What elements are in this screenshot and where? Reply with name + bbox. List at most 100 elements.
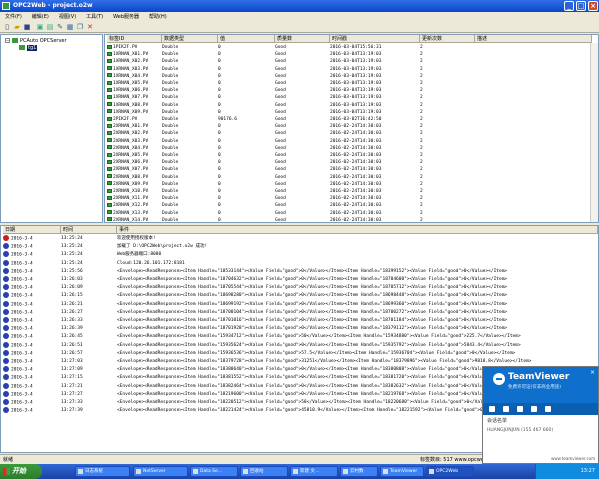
minimize-button[interactable]: _ (564, 1, 574, 11)
table-row[interactable]: 1PIK2F.PV Double 0 Good 2016-03-04T15:56:31 2 (105, 44, 598, 51)
column-header[interactable]: 事件 (117, 226, 598, 234)
taskbar-button[interactable]: OPC2Web (426, 466, 474, 477)
log-row[interactable]: 2016-3-4 13:26:15 <Envelope><ReadResponse>… (1, 292, 598, 300)
log-row[interactable]: 2016-3-4 13:25:24 Web服务器端口:8080 (1, 251, 598, 259)
menu-item[interactable]: Web服务器 (108, 12, 144, 22)
log-row[interactable]: 2016-3-4 13:25:24 加载了 D:\OPC2Web\project.o… (1, 243, 598, 251)
column-header[interactable]: 描述 (475, 35, 592, 43)
table-row[interactable]: 1XRNAN_X09.PV Double 0 Good 2016-03-04T13:19… (105, 109, 598, 116)
copy-icon[interactable]: ❐ (76, 23, 84, 31)
clock[interactable]: 13:27 (581, 464, 595, 479)
session-user[interactable]: HUANGJUNJUN (155 467 660) (487, 428, 553, 433)
table-row[interactable]: 1XRNAN_X04.PV Double 0 Good 2016-03-04T13:19… (105, 73, 598, 80)
table-row[interactable]: 1XRNAN_X08.PV Double 0 Good 2016-03-04T13:19… (105, 102, 598, 109)
table-row[interactable]: 1XRNAN_X01.PV Double 0 Good 2016-03-04T13:19… (105, 51, 598, 58)
table-row[interactable]: 2XRNAN_X08.PV Double 0 Good 2016-02-24T14:30… (105, 174, 598, 181)
collapse-icon[interactable]: − (5, 38, 10, 43)
table-row[interactable]: 2XRNAN_X11.PV Double 0 Good 2016-02-24T14:30… (105, 195, 598, 202)
menu-item[interactable]: 编辑(E) (27, 12, 54, 22)
menu-item[interactable]: 视图(V) (54, 12, 81, 22)
edit-icon[interactable]: ✎ (56, 23, 64, 31)
maximize-button[interactable]: □ (576, 1, 586, 11)
open-folder-icon[interactable]: ▰ (13, 23, 21, 31)
table-row[interactable]: 1XRNAN_X07.PV Double 0 Good 2016-03-04T13:19… (105, 94, 598, 101)
video-icon[interactable] (489, 406, 495, 412)
event-text: <Envelope><ReadResponse><Item Handle="18… (117, 293, 508, 299)
teamviewer-close-icon[interactable]: × (590, 369, 595, 376)
start-button[interactable]: 开始 (0, 464, 42, 479)
add-tag-icon[interactable]: ▤ (46, 23, 54, 31)
column-header[interactable]: 时间 (61, 226, 117, 234)
table-cell: 2XRNAN_X02.PV (107, 130, 162, 137)
log-row[interactable]: 2016-3-4 13:25:24 欢迎使用授权版本! (1, 235, 598, 243)
table-row[interactable]: 2XRNAN_X13.PV Double 0 Good 2016-02-24T14:30… (105, 210, 598, 217)
table-row[interactable]: 2XRNAN_X01.PV Double 0 Good 2016-02-24T14:30… (105, 123, 598, 130)
audio-icon[interactable] (503, 406, 509, 412)
column-header[interactable]: 值 (218, 35, 275, 43)
menu-icon[interactable] (545, 406, 551, 412)
log-row[interactable]: 2016-3-4 13:26:21 <Envelope><ReadResponse>… (1, 300, 598, 309)
table-row[interactable]: 2XRNAN_X06.PV Double 0 Good 2016-02-24T14:30… (105, 159, 598, 166)
log-row[interactable]: 2016-3-4 13:26:33 <Envelope><ReadResponse>… (1, 317, 598, 325)
menu-item[interactable]: 帮助(H) (144, 12, 172, 22)
table-row[interactable]: 1XRNAN_X02.PV Double 0 Good 2016-03-04T13:19… (105, 58, 598, 65)
log-row[interactable]: 2016-3-4 13:26:51 <Envelope><ReadResponse>… (1, 341, 598, 350)
menu-item[interactable]: 文件(F) (0, 12, 27, 22)
delete-icon[interactable]: ✕ (86, 23, 94, 31)
log-row[interactable]: 2016-3-4 13:26:09 <Envelope><ReadResponse>… (1, 284, 598, 292)
log-row[interactable]: 2016-3-4 13:26:57 <Envelope><ReadResponse>… (1, 349, 598, 358)
column-header[interactable]: 数据类型 (162, 35, 218, 43)
file-icon[interactable] (531, 406, 537, 412)
title-bar[interactable]: OPC2Web - project.o2w _ □ × (0, 0, 599, 12)
tree-node-server[interactable]: − PCAuto OPCServer (5, 38, 67, 44)
save-icon[interactable]: ■ (23, 23, 31, 31)
vertical-scrollbar[interactable] (590, 43, 598, 222)
log-row[interactable]: 2016-3-4 13:26:27 <Envelope><ReadResponse>… (1, 308, 598, 317)
column-header[interactable]: 时间戳 (330, 35, 420, 43)
column-header[interactable]: 标签ID (107, 35, 162, 43)
tag-id: 2XRNAN_X14.PV (113, 217, 149, 223)
table-row[interactable]: 2XRNAN_X02.PV Double 0 Good 2016-02-24T14:30… (105, 130, 598, 137)
table-row[interactable]: 2XRNAN_X07.PV Double 0 Good 2016-02-24T14:30… (105, 166, 598, 173)
table-row[interactable]: 1XRNAN_X03.PV Double 0 Good 2016-03-04T13:19… (105, 66, 598, 73)
table-row[interactable]: 2XRNAN_X14.PV Double 0 Good 2016-02-24T14:30… (105, 217, 598, 223)
table-row[interactable]: 1XRNAN_X06.PV Double 0 Good 2016-03-04T13:19… (105, 87, 598, 94)
log-row[interactable]: 2016-3-4 13:26:39 <Envelope><ReadResponse>… (1, 325, 598, 333)
taskbar-button[interactable]: 新建 文... (290, 466, 338, 477)
properties-icon[interactable]: ▦ (66, 23, 74, 31)
taskbar-button[interactable]: 云村数 (340, 466, 378, 477)
tree-node-group[interactable]: tg1 (19, 45, 38, 51)
table-row[interactable]: 2XRNAN_X03.PV Double 0 Good 2016-02-24T14:30… (105, 138, 598, 145)
cell-value: 2016-03-04T13:19:03 (330, 81, 382, 86)
log-row[interactable]: 2016-3-4 13:25:24 Cloud:120.26.101.172:818… (1, 259, 598, 268)
log-row[interactable]: 2016-3-4 13:26:45 <Envelope><ReadResponse>… (1, 333, 598, 341)
menu-item[interactable]: 工具(T) (81, 12, 108, 22)
table-row[interactable]: 2PIK2F.PV Double 90176.6 Good 2016-03-02T16:… (105, 116, 598, 123)
table-row[interactable]: 2XRNAN_X05.PV Double 0 Good 2016-02-24T14:30… (105, 152, 598, 159)
teamviewer-url[interactable]: www.teamviewer.com (551, 456, 595, 461)
taskbar-button[interactable]: NetServer (133, 466, 188, 477)
table-row[interactable]: 1XRNAN_X05.PV Double 0 Good 2016-03-04T13:19… (105, 80, 598, 87)
log-row[interactable]: 2016-3-4 13:25:56 <Envelope><ReadResponse>… (1, 267, 598, 276)
tag-icon (107, 166, 112, 171)
log-row[interactable]: 2016-3-4 13:27:03 <Envelope><ReadResponse>… (1, 358, 598, 366)
column-header[interactable]: 更新次数 (420, 35, 475, 43)
close-button[interactable]: × (588, 1, 598, 11)
add-group-icon[interactable]: ▣ (36, 23, 44, 31)
log-row[interactable]: 2016-3-4 13:26:03 <Envelope><ReadResponse>… (1, 276, 598, 284)
taskbar-button[interactable]: Data Se... (190, 466, 238, 477)
taskbar-button[interactable]: 日志系统 (75, 466, 130, 477)
taskbar-button[interactable]: TeamViewer (380, 466, 424, 477)
table-row[interactable]: 2XRNAN_X12.PV Double 0 Good 2016-02-24T14:30… (105, 202, 598, 209)
table-row[interactable]: 2XRNAN_X09.PV Double 0 Good 2016-02-24T14:30… (105, 181, 598, 188)
taskbar-button[interactable]: 回收站 (240, 466, 288, 477)
event-text: <Envelope><ReadResponse><Item Handle="18… (117, 359, 532, 364)
table-row[interactable]: 2XRNAN_X10.PV Double 0 Good 2016-02-24T14:30… (105, 188, 598, 195)
table-cell: 1XRNAN_X02.PV (107, 58, 162, 65)
column-header[interactable]: 日期 (3, 226, 61, 234)
column-header[interactable]: 质量数 (275, 35, 330, 43)
chat-icon[interactable] (517, 406, 523, 412)
table-row[interactable]: 2XRNAN_X04.PV Double 0 Good 2016-02-24T14:30… (105, 145, 598, 152)
new-file-icon[interactable]: ▯ (3, 23, 11, 31)
cell-value: Good (275, 52, 286, 58)
